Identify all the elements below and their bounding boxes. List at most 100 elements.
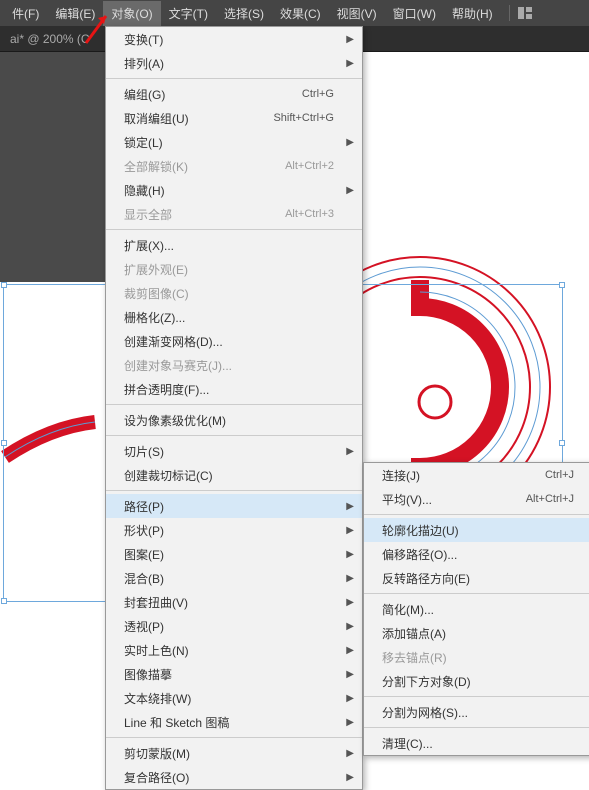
path-submenu-item-label: 连接(J) xyxy=(382,467,525,484)
submenu-arrow-icon: ▶ xyxy=(346,645,354,656)
path-submenu-item-5[interactable]: 反转路径方向(E) xyxy=(364,566,589,590)
object-menu-item-label: 图案(E) xyxy=(124,546,334,563)
object-menu-item-28[interactable]: 透视(P) ▶ xyxy=(106,614,362,638)
menu-object[interactable]: 对象(O) xyxy=(103,1,160,26)
path-submenu-separator xyxy=(364,514,589,515)
selection-handle-mr[interactable] xyxy=(559,440,565,446)
path-submenu-item-14[interactable]: 清理(C)... xyxy=(364,731,589,755)
selection-handle-ml[interactable] xyxy=(1,440,7,446)
object-menu-item-26[interactable]: 混合(B) ▶ xyxy=(106,566,362,590)
object-menu-item-label: 栅格化(Z)... xyxy=(124,309,334,326)
selection-handle-bl[interactable] xyxy=(1,598,7,604)
object-menu-item-13[interactable]: 栅格化(Z)... xyxy=(106,305,362,329)
object-menu-item-label: Line 和 Sketch 图稿 xyxy=(124,714,334,731)
object-menu-item-label: 混合(B) xyxy=(124,570,334,587)
menu-window[interactable]: 窗口(W) xyxy=(385,1,444,26)
object-menu-item-shortcut: Ctrl+G xyxy=(302,88,334,100)
menu-view[interactable]: 视图(V) xyxy=(329,1,385,26)
object-menu-item-10[interactable]: 扩展(X)... xyxy=(106,233,362,257)
selection-handle-tl[interactable] xyxy=(1,282,7,288)
menu-file[interactable]: 件(F) xyxy=(4,1,47,26)
object-menu-item-32[interactable]: Line 和 Sketch 图稿 ▶ xyxy=(106,710,362,734)
submenu-arrow-icon: ▶ xyxy=(346,525,354,536)
object-menu-item-34[interactable]: 剪切蒙版(M)▶ xyxy=(106,741,362,765)
object-menu-item-30[interactable]: 图像描摹▶ xyxy=(106,662,362,686)
object-menu-item-25[interactable]: 图案(E) ▶ xyxy=(106,542,362,566)
object-menu-item-20[interactable]: 切片(S)▶ xyxy=(106,439,362,463)
object-menu-item-23[interactable]: 路径(P) ▶ xyxy=(106,494,362,518)
object-menu-item-18[interactable]: 设为像素级优化(M) xyxy=(106,408,362,432)
object-menu-item-label: 实时上色(N) xyxy=(124,642,334,659)
object-menu-item-1[interactable]: 排列(A)▶ xyxy=(106,51,362,75)
path-submenu-item-3[interactable]: 轮廓化描边(U) xyxy=(364,518,589,542)
menu-select[interactable]: 选择(S) xyxy=(216,1,272,26)
path-submenu-item-10[interactable]: 分割下方对象(D) xyxy=(364,669,589,693)
path-submenu-item-8[interactable]: 添加锚点(A) xyxy=(364,621,589,645)
submenu-arrow-icon: ▶ xyxy=(346,597,354,608)
path-submenu-item-4[interactable]: 偏移路径(O)... xyxy=(364,542,589,566)
object-menu-item-label: 扩展外观(E) xyxy=(124,261,334,278)
path-submenu-item-12[interactable]: 分割为网格(S)... xyxy=(364,700,589,724)
object-menu-item-6: 全部解锁(K)Alt+Ctrl+2 xyxy=(106,154,362,178)
submenu-arrow-icon: ▶ xyxy=(346,549,354,560)
object-menu-item-0[interactable]: 变换(T)▶ xyxy=(106,27,362,51)
object-menu-item-16[interactable]: 拼合透明度(F)... xyxy=(106,377,362,401)
object-menu-item-shortcut: Alt+Ctrl+3 xyxy=(285,208,334,220)
path-submenu-dropdown: 连接(J) Ctrl+J 平均(V)...Alt+Ctrl+J 轮廓化描边(U)偏移路… xyxy=(363,462,589,756)
object-menu-item-label: 排列(A) xyxy=(124,55,334,72)
object-menu-separator xyxy=(106,737,362,738)
object-menu-item-label: 透视(P) xyxy=(124,618,334,635)
object-menu-item-29[interactable]: 实时上色(N) ▶ xyxy=(106,638,362,662)
object-menu-item-3[interactable]: 编组(G) Ctrl+G xyxy=(106,82,362,106)
path-submenu-item-0[interactable]: 连接(J) Ctrl+J xyxy=(364,463,589,487)
path-submenu-item-shortcut: Ctrl+J xyxy=(545,469,574,481)
menubar-separator xyxy=(509,5,510,21)
object-menu-item-21[interactable]: 创建裁切标记(C) xyxy=(106,463,362,487)
path-submenu-item-1[interactable]: 平均(V)...Alt+Ctrl+J xyxy=(364,487,589,511)
menu-help[interactable]: 帮助(H) xyxy=(444,1,501,26)
object-menu-item-label: 设为像素级优化(M) xyxy=(124,412,334,429)
submenu-arrow-icon: ▶ xyxy=(346,137,354,148)
menubar: 件(F) 编辑(E) 对象(O) 文字(T) 选择(S) 效果(C) 视图(V)… xyxy=(0,0,589,26)
object-menu-separator xyxy=(106,404,362,405)
path-submenu-item-9: 移去锚点(R) xyxy=(364,645,589,669)
path-submenu-item-7[interactable]: 简化(M)... xyxy=(364,597,589,621)
object-menu-item-label: 文本绕排(W) xyxy=(124,690,334,707)
object-menu-item-27[interactable]: 封套扭曲(V) ▶ xyxy=(106,590,362,614)
object-menu-item-31[interactable]: 文本绕排(W)▶ xyxy=(106,686,362,710)
path-submenu-item-label: 移去锚点(R) xyxy=(382,649,574,666)
menu-effect[interactable]: 效果(C) xyxy=(272,1,329,26)
object-menu-separator xyxy=(106,78,362,79)
object-menu-separator xyxy=(106,435,362,436)
object-menu-item-label: 变换(T) xyxy=(124,31,334,48)
object-menu-item-label: 编组(G) xyxy=(124,86,282,103)
object-menu-item-15: 创建对象马赛克(J)... xyxy=(106,353,362,377)
object-menu-item-label: 复合路径(O) xyxy=(124,769,334,786)
object-menu-item-11: 扩展外观(E) xyxy=(106,257,362,281)
submenu-arrow-icon: ▶ xyxy=(346,621,354,632)
menu-type[interactable]: 文字(T) xyxy=(161,1,216,26)
object-menu-item-24[interactable]: 形状(P)▶ xyxy=(106,518,362,542)
submenu-arrow-icon: ▶ xyxy=(346,717,354,728)
menu-edit[interactable]: 编辑(E) xyxy=(47,1,103,26)
document-title: ai* @ 200% (C xyxy=(10,32,90,46)
path-submenu-item-label: 分割为网格(S)... xyxy=(382,704,574,721)
object-menu-item-label: 裁剪图像(C) xyxy=(124,285,334,302)
object-menu-item-7[interactable]: 隐藏(H)▶ xyxy=(106,178,362,202)
submenu-arrow-icon: ▶ xyxy=(346,772,354,783)
object-menu-item-5[interactable]: 锁定(L)▶ xyxy=(106,130,362,154)
object-menu-item-label: 全部解锁(K) xyxy=(124,158,265,175)
submenu-arrow-icon: ▶ xyxy=(346,573,354,584)
submenu-arrow-icon: ▶ xyxy=(346,501,354,512)
workspace-icon[interactable] xyxy=(518,7,532,19)
object-menu-item-35[interactable]: 复合路径(O) ▶ xyxy=(106,765,362,789)
object-menu-item-14[interactable]: 创建渐变网格(D)... xyxy=(106,329,362,353)
submenu-arrow-icon: ▶ xyxy=(346,748,354,759)
object-menu-item-label: 路径(P) xyxy=(124,498,334,515)
selection-handle-tr[interactable] xyxy=(559,282,565,288)
object-menu-item-label: 封套扭曲(V) xyxy=(124,594,334,611)
object-menu-item-shortcut: Shift+Ctrl+G xyxy=(273,112,334,124)
object-menu-item-4[interactable]: 取消编组(U)Shift+Ctrl+G xyxy=(106,106,362,130)
submenu-arrow-icon: ▶ xyxy=(346,185,354,196)
path-submenu-item-label: 简化(M)... xyxy=(382,601,574,618)
